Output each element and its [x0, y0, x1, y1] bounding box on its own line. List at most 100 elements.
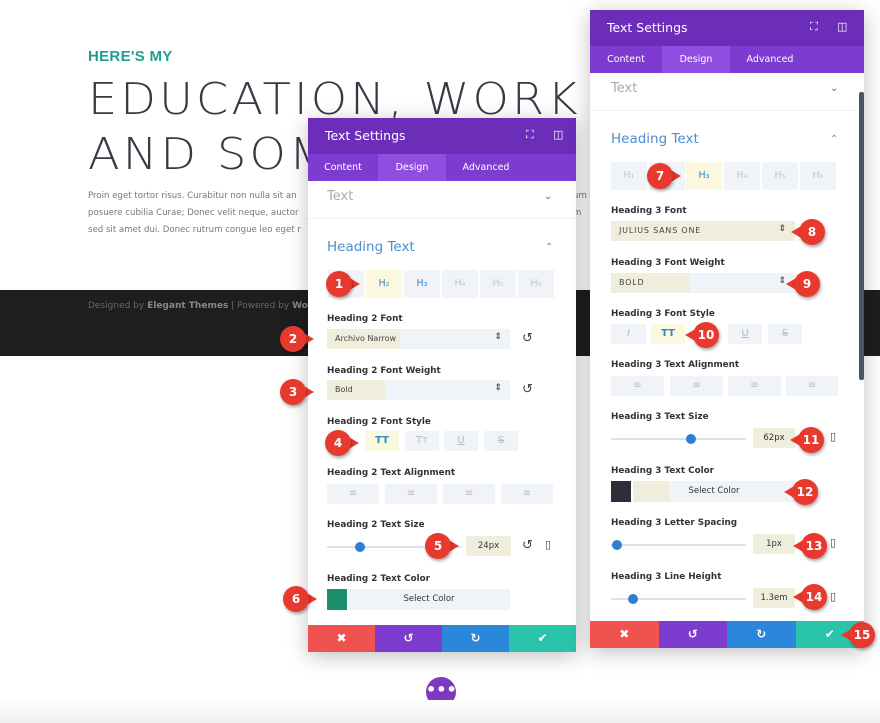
text-section-toggle[interactable]: Text — [611, 81, 637, 96]
color-swatch[interactable] — [611, 481, 631, 502]
reset-icon[interactable]: ↺ — [522, 331, 533, 346]
panel-header: Text Settings ⛶ ◫ — [308, 118, 576, 154]
step-marker-4: 4 — [325, 430, 359, 456]
chevron-down-icon[interactable]: ⌄ — [830, 83, 838, 94]
alignment-label: Heading 3 Text Alignment — [611, 360, 740, 370]
slider-thumb[interactable] — [355, 542, 365, 552]
font-label: Heading 3 Font — [611, 206, 687, 216]
redo-button[interactable]: ↻ — [727, 621, 796, 648]
heading-level-h5[interactable]: H₅ — [480, 270, 516, 298]
align-center-button[interactable]: ≡ — [385, 484, 437, 504]
fullscreen-icon[interactable]: ⛶ — [526, 128, 534, 142]
align-left-button[interactable]: ≡ — [611, 376, 664, 396]
slider-thumb[interactable] — [686, 434, 696, 444]
color-swatch[interactable] — [327, 589, 347, 610]
color-label: Heading 2 Text Color — [327, 574, 431, 584]
strikethrough-button[interactable]: S — [484, 431, 518, 451]
split-view-icon[interactable]: ◫ — [837, 20, 847, 33]
panel-footer: ✖ ↺ ↻ ✔ — [308, 625, 576, 652]
heading-level-h1[interactable]: H₁ — [611, 162, 647, 190]
cancel-button[interactable]: ✖ — [590, 621, 659, 648]
font-select[interactable]: JULIUS SANS ONE ⇕ — [611, 221, 795, 241]
panel-header: Text Settings ⛶ ◫ — [590, 10, 864, 46]
heading-text-section-title[interactable]: Heading Text — [327, 239, 415, 255]
panel-title: Text Settings — [607, 20, 688, 35]
tab-advanced[interactable]: Advanced — [446, 154, 526, 181]
select-color-button[interactable]: Select Color — [348, 589, 510, 610]
slider-thumb[interactable] — [628, 594, 638, 604]
tab-advanced[interactable]: Advanced — [730, 46, 810, 73]
reset-icon[interactable]: ↺ — [522, 382, 533, 397]
cancel-button[interactable]: ✖ — [308, 625, 375, 652]
mobile-icon[interactable]: ▯ — [545, 538, 551, 551]
weight-label: Heading 3 Font Weight — [611, 258, 725, 268]
step-marker-12: 12 — [784, 479, 822, 505]
tab-content[interactable]: Content — [308, 154, 378, 181]
font-weight-select[interactable]: Bold ⇕ — [327, 380, 510, 400]
heading-level-h4[interactable]: H₄ — [724, 162, 760, 190]
heading-level-h5[interactable]: H₅ — [762, 162, 798, 190]
font-weight-select[interactable]: BOLD ⇕ — [611, 273, 795, 293]
split-view-icon[interactable]: ◫ — [553, 128, 563, 141]
style-label: Heading 3 Font Style — [611, 309, 715, 319]
size-label: Heading 2 Text Size — [327, 520, 425, 530]
heading-level-h2[interactable]: H₂ — [366, 270, 402, 298]
strikethrough-button[interactable]: S — [768, 324, 802, 344]
step-marker-10: 10 — [685, 322, 723, 348]
save-button[interactable]: ✔ — [509, 625, 576, 652]
undo-button[interactable]: ↺ — [658, 621, 727, 648]
uppercase-button[interactable]: TT — [651, 324, 685, 344]
tab-content[interactable]: Content — [590, 46, 662, 73]
heading-text-section-title[interactable]: Heading Text — [611, 131, 699, 147]
select-arrows-icon: ⇕ — [778, 224, 787, 234]
chevron-down-icon[interactable]: ⌄ — [544, 191, 552, 202]
letter-spacing-input[interactable]: 1px — [753, 534, 795, 554]
uppercase-button[interactable]: TT — [365, 431, 399, 451]
text-size-input[interactable]: 62px — [753, 428, 795, 448]
text-size-input[interactable]: 24px — [466, 536, 511, 556]
step-marker-5: 5 — [425, 533, 459, 559]
redo-button[interactable]: ↻ — [442, 625, 509, 652]
mobile-icon[interactable]: ▯ — [830, 430, 836, 443]
italic-button[interactable]: I — [611, 324, 646, 344]
weight-label: Heading 2 Font Weight — [327, 366, 441, 376]
step-marker-1: 1 — [326, 271, 360, 297]
align-right-button[interactable]: ≡ — [443, 484, 495, 504]
text-size-slider[interactable] — [611, 434, 746, 444]
align-right-button[interactable]: ≡ — [728, 376, 781, 396]
footer-brand-link[interactable]: Elegant Themes — [147, 301, 228, 311]
panel-scrollbar[interactable] — [859, 92, 864, 380]
tab-design[interactable]: Design — [662, 46, 730, 73]
underline-button[interactable]: U — [728, 324, 762, 344]
font-select[interactable]: Archivo Narrow ⇕ — [327, 329, 510, 349]
heading-level-h4[interactable]: H₄ — [442, 270, 478, 298]
panel-title: Text Settings — [325, 128, 406, 143]
chevron-up-icon[interactable]: ⌃ — [545, 242, 553, 253]
slider-thumb[interactable] — [612, 540, 622, 550]
underline-button[interactable]: U — [444, 431, 478, 451]
smallcaps-button[interactable]: Tт — [405, 431, 439, 451]
letter-spacing-slider[interactable] — [611, 540, 746, 550]
heading-level-h6[interactable]: H₆ — [800, 162, 836, 190]
reset-icon[interactable]: ↺ — [522, 538, 533, 553]
step-marker-3: 3 — [280, 379, 314, 405]
chevron-up-icon[interactable]: ⌃ — [830, 134, 838, 145]
heading-level-h3[interactable]: H₃ — [686, 162, 722, 190]
heading-level-h6[interactable]: H₆ — [518, 270, 554, 298]
tab-design[interactable]: Design — [378, 154, 446, 181]
line-height-input[interactable]: 1.3em — [753, 588, 795, 608]
align-center-button[interactable]: ≡ — [670, 376, 723, 396]
line-height-slider[interactable] — [611, 594, 746, 604]
select-color-button[interactable]: Select Color — [633, 481, 795, 502]
heading-level-h3[interactable]: H₃ — [404, 270, 440, 298]
font-value: JULIUS SANS ONE — [619, 226, 702, 235]
undo-button[interactable]: ↺ — [375, 625, 442, 652]
fullscreen-icon[interactable]: ⛶ — [810, 20, 818, 34]
align-justify-button[interactable]: ≡ — [501, 484, 553, 504]
step-marker-14: 14 — [793, 584, 831, 610]
alignment-label: Heading 2 Text Alignment — [327, 468, 456, 478]
text-section-toggle[interactable]: Text — [327, 189, 353, 204]
align-left-button[interactable]: ≡ — [327, 484, 379, 504]
step-marker-7: 7 — [647, 163, 681, 189]
align-justify-button[interactable]: ≡ — [786, 376, 838, 396]
